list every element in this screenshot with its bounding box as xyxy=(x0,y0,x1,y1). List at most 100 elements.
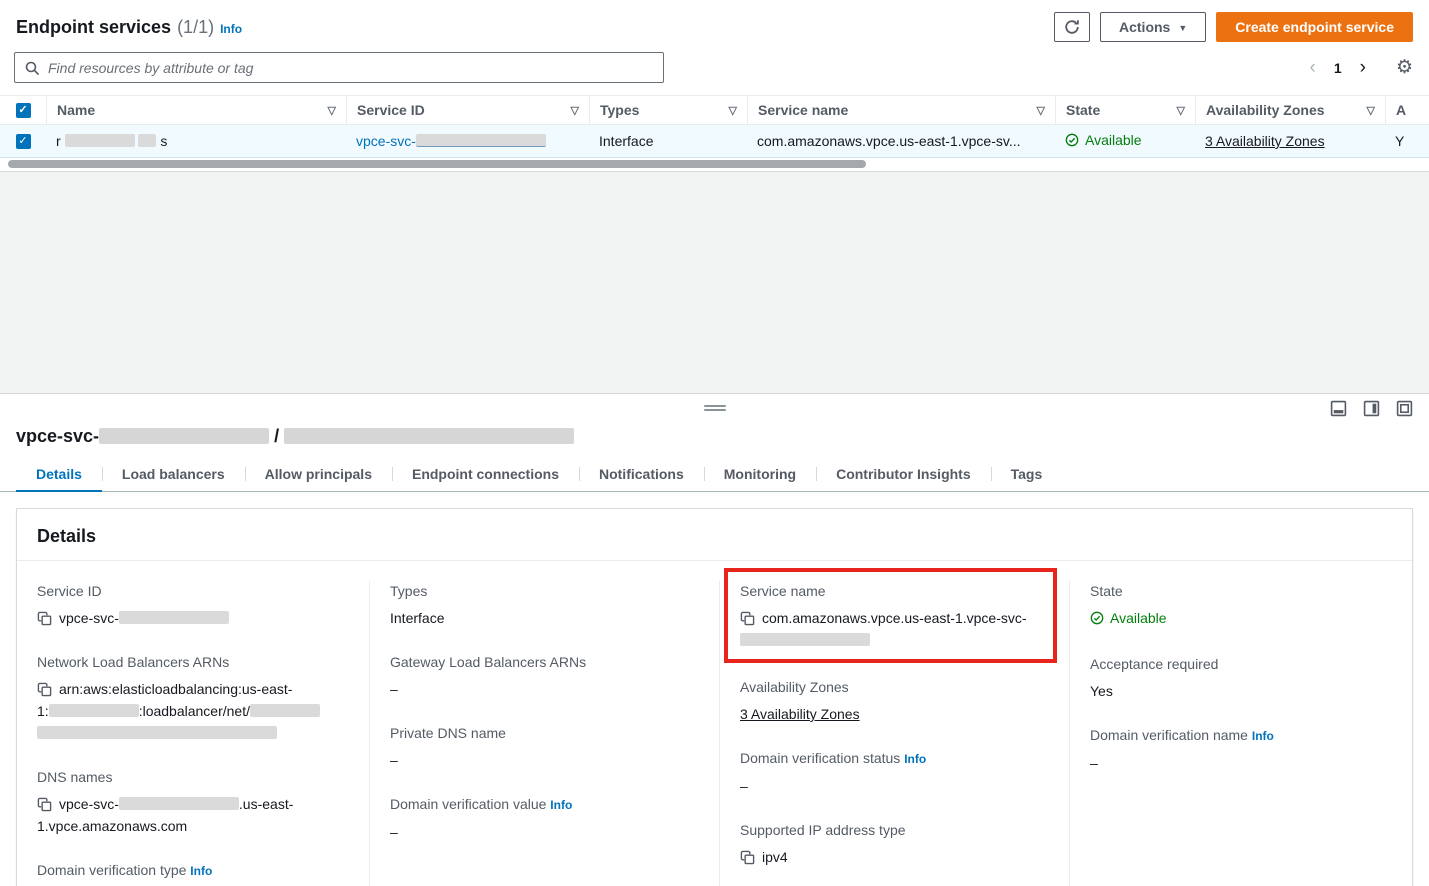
table-header-row: ✓ Name ▽ Service ID ▽ Types ▽ Service na… xyxy=(0,95,1429,125)
tab-allow-principals[interactable]: Allow principals xyxy=(245,457,392,491)
details-column-2: Types Interface Gateway Load Balancers A… xyxy=(369,581,719,886)
preferences-gear-button[interactable]: ⚙ xyxy=(1396,56,1413,79)
panel-resize-handle[interactable] xyxy=(704,403,726,413)
panel-tabs: Details Load balancers Allow principals … xyxy=(0,457,1429,492)
availability-zones-link[interactable]: 3 Availability Zones xyxy=(1205,133,1325,149)
field-value: – xyxy=(390,678,699,700)
check-circle-icon xyxy=(1065,133,1079,147)
field-gateway-lb-arns: Gateway Load Balancers ARNs – xyxy=(390,652,699,700)
field-types: Types Interface xyxy=(390,581,699,629)
copy-icon[interactable] xyxy=(37,682,52,697)
details-card-body: Service ID vpce-svc- Network Load Balanc… xyxy=(17,561,1412,886)
field-value: – xyxy=(740,775,1049,797)
create-endpoint-service-button[interactable]: Create endpoint service xyxy=(1216,12,1413,42)
field-value: Yes xyxy=(1090,680,1392,702)
filter-icon[interactable]: ▽ xyxy=(571,104,579,117)
header-actions: Actions ▼ Create endpoint service xyxy=(1054,12,1413,42)
service-id-link[interactable]: vpce-svc- xyxy=(356,133,546,149)
refresh-icon xyxy=(1064,19,1080,35)
field-label: Private DNS name xyxy=(390,723,699,744)
split-panel-bar xyxy=(0,394,1429,426)
redacted-text xyxy=(37,726,277,739)
field-value: – xyxy=(390,749,699,771)
column-header-acceptance[interactable]: A xyxy=(1385,96,1429,124)
column-header-state[interactable]: State ▽ xyxy=(1055,96,1195,124)
field-dns-names: DNS names vpce-svc-.us-east- 1.vpce.amaz… xyxy=(37,767,349,837)
redacted-text xyxy=(49,704,139,717)
search-input[interactable] xyxy=(48,60,654,76)
horizontal-scrollbar-thumb[interactable] xyxy=(8,160,866,168)
nlb-arn-line1: arn:aws:elasticloadbalancing:us-east- xyxy=(59,681,292,697)
row-checkbox[interactable]: ✓ xyxy=(16,134,31,149)
search-box[interactable] xyxy=(14,52,664,83)
info-link[interactable]: Info xyxy=(190,864,212,878)
field-service-name: Service name com.amazonaws.vpce.us-east-… xyxy=(740,581,1041,651)
filter-icon[interactable]: ▽ xyxy=(328,104,336,117)
refresh-button[interactable] xyxy=(1054,12,1090,42)
field-label: Acceptance required xyxy=(1090,654,1392,675)
field-label: DNS names xyxy=(37,767,349,788)
field-state: State Available xyxy=(1090,581,1392,631)
nlb-arn-line2-start: 1: xyxy=(37,703,49,719)
table-row[interactable]: ✓ r s vpce-svc- Interface com.amazonaws.… xyxy=(0,125,1429,158)
tab-details[interactable]: Details xyxy=(16,457,102,491)
previous-page-button[interactable]: ‹ xyxy=(1308,58,1318,77)
field-acceptance-required: Acceptance required Yes xyxy=(1090,654,1392,702)
filter-icon[interactable]: ▽ xyxy=(1037,104,1045,117)
create-button-label: Create endpoint service xyxy=(1235,19,1394,35)
info-link[interactable]: Info xyxy=(220,22,242,36)
panel-position-bottom-icon[interactable] xyxy=(1330,400,1347,417)
select-all-checkbox[interactable]: ✓ xyxy=(16,103,31,118)
filter-icon[interactable]: ▽ xyxy=(1367,104,1375,117)
tab-endpoint-connections[interactable]: Endpoint connections xyxy=(392,457,579,491)
page-header: Endpoint services (1/1) Info Actions ▼ C… xyxy=(0,0,1429,48)
tab-monitoring[interactable]: Monitoring xyxy=(704,457,816,491)
redacted-text xyxy=(65,134,135,147)
column-header-availability-zones[interactable]: Availability Zones ▽ xyxy=(1195,96,1385,124)
actions-button[interactable]: Actions ▼ xyxy=(1100,12,1206,42)
tab-tags[interactable]: Tags xyxy=(991,457,1063,491)
field-label: Service name xyxy=(740,581,1041,602)
tab-contributor-insights[interactable]: Contributor Insights xyxy=(816,457,991,491)
row-availability-zones-cell: 3 Availability Zones xyxy=(1195,133,1385,149)
details-column-4: State Available Acceptance required Yes xyxy=(1069,581,1412,886)
page-title-text: Endpoint services xyxy=(16,17,171,38)
panel-title: vpce-svc- / xyxy=(0,426,1429,457)
field-domain-verification-value: Domain verification value Info – xyxy=(390,794,699,843)
redacted-text xyxy=(284,428,574,444)
field-label: Network Load Balancers ARNs xyxy=(37,652,349,673)
field-value: Interface xyxy=(390,607,699,629)
info-link[interactable]: Info xyxy=(904,752,926,766)
page-title: Endpoint services (1/1) Info xyxy=(16,17,242,38)
row-state-cell: Available xyxy=(1055,132,1195,150)
info-link[interactable]: Info xyxy=(1252,729,1274,743)
filter-icon[interactable]: ▽ xyxy=(1177,104,1185,117)
split-panel: vpce-svc- / Details Load balancers Allow… xyxy=(0,393,1429,886)
tab-load-balancers[interactable]: Load balancers xyxy=(102,457,245,491)
redacted-text xyxy=(138,134,156,147)
availability-zones-link[interactable]: 3 Availability Zones xyxy=(740,706,860,722)
copy-icon[interactable] xyxy=(37,797,52,812)
info-link[interactable]: Info xyxy=(550,798,572,812)
field-domain-verification-status: Domain verification status Info – xyxy=(740,748,1049,797)
row-types-cell: Interface xyxy=(589,133,747,149)
filter-icon[interactable]: ▽ xyxy=(729,104,737,117)
panel-fullscreen-icon[interactable] xyxy=(1396,400,1413,417)
copy-icon[interactable] xyxy=(37,611,52,626)
column-header-service-id[interactable]: Service ID ▽ xyxy=(346,96,589,124)
column-header-types[interactable]: Types ▽ xyxy=(589,96,747,124)
field-nlb-arns: Network Load Balancers ARNs arn:aws:elas… xyxy=(37,652,349,744)
resource-count: (1/1) xyxy=(177,17,214,38)
horizontal-scrollbar xyxy=(0,158,1429,171)
panel-position-side-icon[interactable] xyxy=(1363,400,1380,417)
dns-line2: 1.vpce.amazonaws.com xyxy=(37,818,187,834)
column-header-service-name[interactable]: Service name ▽ xyxy=(747,96,1055,124)
row-service-id-cell: vpce-svc- xyxy=(346,133,589,149)
field-value: – xyxy=(390,821,699,843)
tab-notifications[interactable]: Notifications xyxy=(579,457,704,491)
copy-icon[interactable] xyxy=(740,611,755,626)
next-page-button[interactable]: › xyxy=(1358,58,1368,77)
copy-icon[interactable] xyxy=(740,850,755,865)
column-header-name[interactable]: Name ▽ xyxy=(46,96,346,124)
current-page-number[interactable]: 1 xyxy=(1332,60,1344,76)
